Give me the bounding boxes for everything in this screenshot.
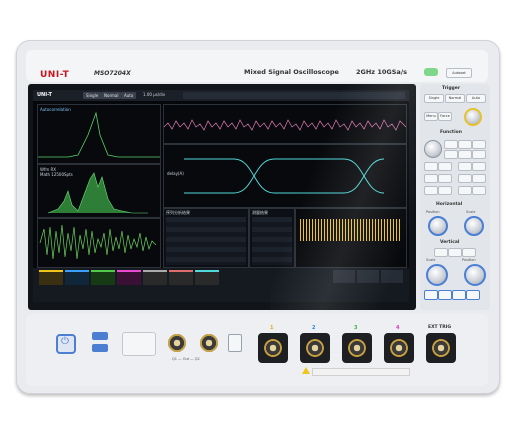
storage-slot[interactable]: [122, 332, 156, 356]
vertical-position-label: Position: [462, 258, 476, 262]
function-button-9[interactable]: [458, 162, 472, 171]
screen-logo: UNI-T: [37, 92, 52, 98]
timebase-readout: 1.00 µs/div: [143, 92, 166, 97]
vertical-scale-knob[interactable]: [426, 264, 448, 286]
function-button-18[interactable]: [472, 186, 486, 195]
trigger-section-title: Trigger: [442, 86, 461, 91]
status-ch3[interactable]: [91, 270, 115, 285]
channel-button-1[interactable]: [424, 290, 438, 300]
function-button-5[interactable]: [458, 150, 472, 159]
horizontal-section-title: Horizontal: [436, 202, 463, 207]
function-button-3[interactable]: [472, 140, 486, 149]
screen-glare: [270, 84, 430, 310]
vertical-position-knob[interactable]: [464, 264, 486, 286]
function-button-10[interactable]: [472, 162, 486, 171]
trigger-single-button[interactable]: Single: [424, 94, 444, 103]
usb-port-1[interactable]: [92, 332, 108, 340]
function-button-12[interactable]: [438, 174, 452, 183]
brand-logo: UNI-T: [40, 70, 70, 80]
channel-button-4[interactable]: [466, 290, 480, 300]
q2-connector[interactable]: [200, 334, 218, 352]
probe-comp-terminal[interactable]: [228, 334, 242, 352]
decode-table-title: 序列分析结果: [166, 210, 190, 215]
ch1-bnc[interactable]: [264, 339, 282, 357]
status-ch4[interactable]: [117, 270, 141, 285]
ch3-bnc[interactable]: [348, 339, 366, 357]
ch3-label: 3: [354, 325, 358, 331]
ext-trig-bnc[interactable]: [432, 339, 450, 357]
screen-menu-normal[interactable]: Normal: [101, 92, 122, 99]
ch1-label: 1: [270, 325, 274, 331]
function-button-11[interactable]: [424, 174, 438, 183]
function-button-2[interactable]: [458, 140, 472, 149]
function-button-15[interactable]: [424, 186, 438, 195]
function-section-title: Function: [440, 130, 462, 135]
function-button-17[interactable]: [458, 186, 472, 195]
left-panel-top[interactable]: Autocorrelation: [37, 104, 161, 164]
channel-button-3[interactable]: [452, 290, 466, 300]
function-knob[interactable]: [424, 140, 442, 158]
ch2-label: 2: [312, 325, 316, 331]
warning-icon: [302, 367, 310, 374]
trigger-normal-button[interactable]: Normal: [445, 94, 465, 103]
status-ch1[interactable]: [39, 270, 63, 285]
function-button-14[interactable]: [472, 174, 486, 183]
measure-table-title: 测量结果: [252, 210, 268, 215]
vertical-scale-label: Scale: [426, 258, 436, 262]
vertical-button-1[interactable]: [434, 248, 448, 257]
power-led: [424, 68, 438, 76]
spectrum-trace: [47, 172, 148, 214]
channel-button-2[interactable]: [438, 290, 452, 300]
trigger-auto-button[interactable]: Auto: [466, 94, 486, 103]
vertical-button-2[interactable]: [448, 248, 462, 257]
horizontal-scale-knob[interactable]: [464, 216, 484, 236]
usb-port-2[interactable]: [92, 344, 108, 352]
trigger-level-knob[interactable]: [464, 108, 482, 126]
horizontal-position-label: Position: [426, 210, 440, 214]
function-button-8[interactable]: [438, 162, 452, 171]
status-digital[interactable]: [195, 270, 219, 285]
function-button-7[interactable]: [424, 162, 438, 171]
ext-trig-label: EXT TRIG: [428, 325, 452, 330]
trigger-force-button[interactable]: Force: [438, 112, 452, 121]
power-button[interactable]: ⏻: [56, 334, 76, 354]
product-name: Mixed Signal Oscilloscope: [244, 68, 339, 76]
autocorr-trace: [38, 111, 160, 158]
horizontal-scale-label: Scale: [466, 210, 476, 214]
status-ch2[interactable]: [65, 270, 89, 285]
noise-trace: [39, 224, 157, 260]
header-bar: [26, 50, 488, 82]
control-panel: Trigger Single Normal Auto Menu Force Fu…: [420, 84, 490, 310]
decode-table-rows: [166, 217, 246, 265]
q1-connector[interactable]: [168, 334, 186, 352]
trigger-menu-button[interactable]: Menu: [424, 112, 438, 121]
function-button-1[interactable]: [444, 140, 458, 149]
function-button-4[interactable]: [444, 150, 458, 159]
decode-table-panel[interactable]: 序列分析结果: [163, 208, 249, 268]
status-ref[interactable]: [169, 270, 193, 285]
left-panel-mid[interactable]: Wfm RX Math 12500Spts: [37, 164, 161, 218]
function-button-16[interactable]: [438, 186, 452, 195]
vertical-button-3[interactable]: [462, 248, 476, 257]
vertical-section-title: Vertical: [440, 240, 460, 245]
horizontal-position-knob[interactable]: [428, 216, 448, 236]
ch4-label: 4: [396, 325, 400, 331]
spec-label: 2GHz 10GSa/s: [356, 68, 408, 76]
function-button-13[interactable]: [458, 174, 472, 183]
model-label: MSO7204X: [94, 70, 131, 77]
ch4-bnc[interactable]: [390, 339, 408, 357]
function-button-6[interactable]: [472, 150, 486, 159]
power-icon: ⏻: [61, 336, 69, 347]
gen-output-label: Q1 — Out — Q2: [172, 357, 200, 361]
autoset-button[interactable]: Autoset: [446, 68, 472, 78]
screen-menu-single[interactable]: Single: [83, 92, 102, 99]
screen-menu-auto[interactable]: Auto: [121, 92, 137, 99]
ch2-bnc[interactable]: [306, 339, 324, 357]
left-panel-bottom[interactable]: [37, 218, 161, 268]
warning-strip: [312, 368, 410, 376]
status-math[interactable]: [143, 270, 167, 285]
